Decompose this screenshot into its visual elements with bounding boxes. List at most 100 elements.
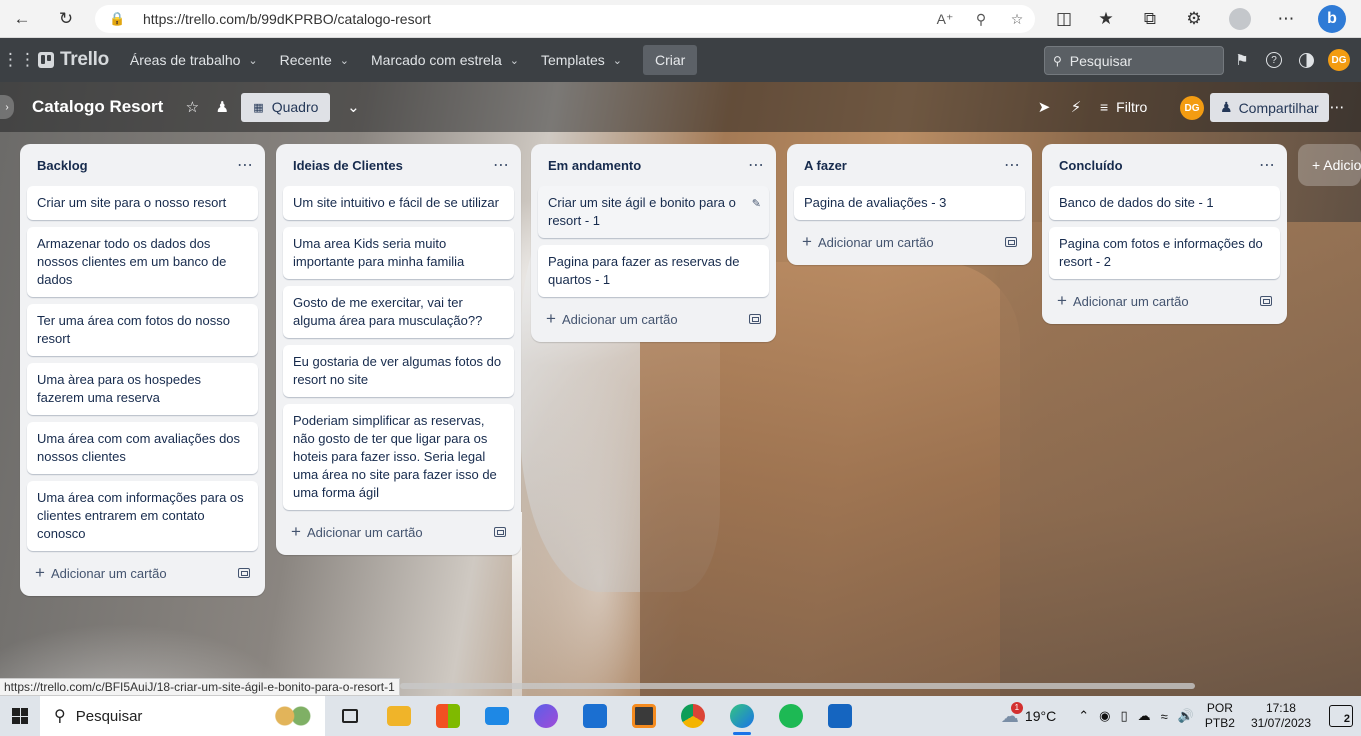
list-title[interactable]: Ideias de Clientes [293, 158, 403, 173]
card-template-icon[interactable] [749, 314, 761, 324]
favorite-star-icon[interactable]: ☆ [999, 11, 1035, 28]
card-template-icon[interactable] [1260, 296, 1272, 306]
card[interactable]: Banco de dados do site - 1 [1049, 186, 1280, 220]
board-member-avatar[interactable]: DG [1180, 96, 1204, 120]
language-indicator[interactable]: POR PTB2 [1199, 701, 1241, 731]
apps-grid-icon[interactable]: ⋮⋮⋮ [2, 50, 53, 70]
board-title[interactable]: Catalogo Resort [32, 97, 163, 117]
mail-icon[interactable] [472, 696, 521, 736]
card[interactable]: Poderiam simplificar as reservas, não go… [283, 404, 514, 510]
phone-link-icon[interactable]: ▯ [1115, 708, 1132, 724]
card[interactable]: Ter uma área com fotos do nosso resort [27, 304, 258, 356]
nav-workspaces[interactable]: Áreas de trabalho ⌄ [119, 44, 269, 76]
onedrive-icon[interactable]: ☁ [1133, 708, 1156, 724]
split-screen-icon[interactable]: ◫ [1048, 3, 1080, 35]
power-ups-icon[interactable]: ➤ [1029, 92, 1059, 122]
card[interactable]: Pagina com fotos e informações do resort… [1049, 227, 1280, 279]
profile-icon[interactable] [1224, 3, 1256, 35]
list-title[interactable]: Em andamento [548, 158, 641, 173]
task-view-icon[interactable] [325, 696, 374, 736]
microsoft-store-icon[interactable] [423, 696, 472, 736]
edge-icon[interactable] [717, 696, 766, 736]
list-header[interactable]: Concluído ⋯ [1049, 144, 1280, 186]
list-title[interactable]: Concluído [1059, 158, 1123, 173]
filter-button[interactable]: ≡ Filtro [1100, 92, 1147, 122]
notification-center-icon[interactable]: 2 [1329, 705, 1353, 727]
start-button[interactable] [0, 696, 40, 736]
theme-icon[interactable] [1294, 48, 1318, 72]
zoom-icon[interactable]: ⚲ [963, 11, 999, 28]
list-menu-icon[interactable]: ⋯ [493, 155, 510, 175]
list-menu-icon[interactable]: ⋯ [748, 155, 765, 175]
prime-video-icon[interactable] [570, 696, 619, 736]
favorites-icon[interactable]: ★ [1090, 3, 1122, 35]
automation-icon[interactable]: ⚡ [1061, 92, 1091, 122]
share-button[interactable]: ♟ Compartilhar [1210, 93, 1329, 122]
trello-logo[interactable]: Trello [38, 49, 109, 71]
nav-templates[interactable]: Templates ⌄ [530, 44, 633, 76]
read-aloud-icon[interactable]: A⁺ [927, 11, 963, 28]
card[interactable]: Criar um site para o nosso resort [27, 186, 258, 220]
add-card-button[interactable]: + Adicionar um cartão [1049, 286, 1280, 316]
list-header[interactable]: Em andamento ⋯ [538, 144, 769, 186]
more-icon[interactable]: ⋯ [1270, 3, 1302, 35]
add-card-button[interactable]: + Adicionar um cartão [538, 304, 769, 334]
weather-widget[interactable]: ☁ 1 19°C [996, 701, 1073, 727]
add-list-button[interactable]: + Adicio [1298, 144, 1361, 186]
clock[interactable]: 17:18 31/07/2023 [1241, 701, 1321, 731]
card[interactable]: Gosto de me exercitar, vai ter alguma ár… [283, 286, 514, 338]
card[interactable]: Uma area Kids seria muito importante par… [283, 227, 514, 279]
visibility-icon[interactable]: ♟ [207, 92, 237, 122]
list-title[interactable]: Backlog [37, 158, 88, 173]
card[interactable]: Uma área com informações para os cliente… [27, 481, 258, 551]
account-avatar[interactable]: DG [1328, 49, 1350, 71]
nav-recent[interactable]: Recente ⌄ [269, 44, 360, 76]
add-card-button[interactable]: + Adicionar um cartão [27, 558, 258, 588]
nav-starred[interactable]: Marcado com estrela ⌄ [360, 44, 530, 76]
card-template-icon[interactable] [494, 527, 506, 537]
card[interactable]: Pagina de avaliações - 3 [794, 186, 1025, 220]
file-explorer-icon[interactable] [374, 696, 423, 736]
copilot-icon[interactable] [521, 696, 570, 736]
address-bar[interactable]: 🔒 https://trello.com/b/99dKPRBO/catalogo… [95, 5, 1035, 33]
card-hovered[interactable]: Criar um site ágil e bonito para o resor… [538, 186, 769, 238]
bing-icon[interactable]: b [1316, 3, 1348, 35]
list-header[interactable]: A fazer ⋯ [794, 144, 1025, 186]
create-button[interactable]: Criar [642, 45, 698, 75]
volume-icon[interactable]: 🔊 [1173, 708, 1199, 724]
card[interactable]: Eu gostaria de ver algumas fotos do reso… [283, 345, 514, 397]
card[interactable]: Uma área com com avaliações dos nossos c… [27, 422, 258, 474]
notifications-icon[interactable]: ⚑ [1230, 48, 1254, 72]
chevron-down-icon[interactable]: ⌄ [338, 92, 368, 122]
chevron-up-icon[interactable]: ⌃ [1073, 708, 1094, 724]
list-menu-icon[interactable]: ⋯ [1004, 155, 1021, 175]
sidebar-toggle-icon[interactable]: › [0, 95, 14, 119]
taskbar-search[interactable]: ⚲ Pesquisar [40, 696, 325, 736]
add-card-button[interactable]: + Adicionar um cartão [794, 227, 1025, 257]
list-header[interactable]: Backlog ⋯ [27, 144, 258, 186]
card[interactable]: Um site intuitivo e fácil de se utilizar [283, 186, 514, 220]
add-card-button[interactable]: + Adicionar um cartão [283, 517, 514, 547]
horizontal-scrollbar[interactable] [400, 683, 1195, 689]
sublime-text-icon[interactable] [619, 696, 668, 736]
list-menu-icon[interactable]: ⋯ [1259, 155, 1276, 175]
list-menu-icon[interactable]: ⋯ [237, 155, 254, 175]
record-icon[interactable]: ◉ [1094, 708, 1115, 724]
back-icon[interactable]: ← [6, 3, 38, 35]
chrome-icon[interactable] [668, 696, 717, 736]
card-template-icon[interactable] [238, 568, 250, 578]
card-template-icon[interactable] [1005, 237, 1017, 247]
photos-icon[interactable] [815, 696, 864, 736]
refresh-icon[interactable]: ↻ [50, 3, 82, 35]
collections-icon[interactable]: ⧉ [1134, 3, 1166, 35]
list-title[interactable]: A fazer [804, 158, 847, 173]
card[interactable]: Pagina para fazer as reservas de quartos… [538, 245, 769, 297]
wifi-icon[interactable]: ≈ [1156, 709, 1173, 724]
board-view-switcher[interactable]: ▦ Quadro [241, 92, 331, 122]
star-board-icon[interactable]: ☆ [177, 92, 207, 122]
card[interactable]: Armazenar todo os dados dos nossos clien… [27, 227, 258, 297]
search-input[interactable]: ⚲ Pesquisar [1044, 46, 1224, 75]
help-icon[interactable]: ? [1262, 48, 1286, 72]
list-header[interactable]: Ideias de Clientes ⋯ [283, 144, 514, 186]
spotify-icon[interactable] [766, 696, 815, 736]
